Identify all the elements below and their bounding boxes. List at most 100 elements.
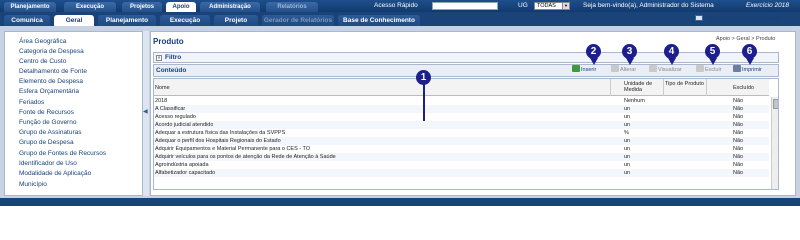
sidebar-item[interactable]: Esfera Orçamentária — [19, 87, 79, 97]
ug-select[interactable]: TODAS ▼ — [534, 2, 570, 10]
tab-comunica[interactable]: Comunica — [4, 15, 50, 26]
table-row[interactable]: Acesso regulado un Não — [154, 113, 769, 121]
cell-excluido: Não — [733, 106, 744, 112]
sidebar-item[interactable]: Função de Governo — [19, 118, 76, 128]
cell-unidade: un — [624, 146, 631, 152]
view-button[interactable]: Visualizar — [649, 65, 682, 76]
view-label: Visualizar — [658, 67, 682, 73]
sidebar-item[interactable]: Área Geográfica — [19, 37, 66, 47]
callout-2: 2 — [586, 44, 601, 59]
insert-button[interactable]: Inserir — [572, 65, 596, 76]
table-row[interactable]: Adequar a estrutura física das Instalaçõ… — [154, 129, 769, 137]
column-header-unidade[interactable]: Unidade de Medida — [623, 79, 664, 96]
exercise-year: Exercício 2018 — [746, 2, 789, 9]
cell-unidade: un — [624, 162, 631, 168]
tab-planejamento[interactable]: Planejamento — [98, 15, 156, 26]
table-row[interactable]: Adequar o perfil dos Hospitais Regionais… — [154, 137, 769, 145]
cell-excluido: Não — [733, 122, 744, 128]
table-row[interactable]: Adquirir Equipamentos e Material Permane… — [154, 145, 769, 153]
filter-panel[interactable]: » Filtro — [153, 52, 779, 63]
collapse-sidebar-icon[interactable]: ◀ — [143, 108, 148, 118]
welcome-text: Seja bem-vindo(a), Administrador do Sist… — [583, 2, 714, 9]
callout-5-arrow — [709, 58, 717, 65]
cell-nome: Adequar a estrutura física das Instalaçõ… — [155, 130, 286, 136]
callout-1-line — [423, 83, 425, 121]
insert-label: Inserir — [581, 67, 597, 73]
tab-base-conhecimento[interactable]: Base de Conhecimento — [338, 15, 420, 26]
cell-nome: Alfabetizador capacitado — [155, 170, 216, 176]
sidebar-item[interactable]: Município — [19, 180, 47, 190]
cell-excluido: Não — [733, 114, 744, 120]
sidebar-item[interactable]: Fonte de Recursos — [19, 108, 74, 118]
top-menu-execucao[interactable]: Execução — [64, 2, 116, 12]
cell-excluido: Não — [733, 170, 744, 176]
top-menu-relatorios[interactable]: Relatórios — [266, 2, 318, 12]
sub-menu-bar: Comunica Geral Planejamento Execução Pro… — [0, 12, 800, 26]
print-label: Imprimir — [742, 67, 762, 73]
tab-geral[interactable]: Geral — [54, 15, 94, 26]
column-header-nome[interactable]: Nome — [154, 79, 611, 96]
cell-excluido: Não — [733, 154, 744, 160]
sidebar-item[interactable]: Feriados — [19, 98, 44, 108]
callout-3-arrow — [626, 58, 634, 65]
sidebar-item[interactable]: Detalhamento de Fonte — [19, 67, 87, 77]
tab-projeto[interactable]: Projeto — [214, 15, 258, 26]
quick-access-label: Acesso Rápido — [374, 2, 418, 9]
breadcrumb: Apoio > Geral > Produto — [716, 36, 776, 42]
callout-4-arrow — [668, 58, 676, 65]
top-menu-administracao[interactable]: Administração — [200, 2, 260, 12]
callout-6-arrow — [746, 58, 754, 65]
sidebar-item[interactable]: Centro de Custo — [19, 57, 66, 67]
callout-4: 4 — [664, 44, 679, 59]
product-table: Nome Unidade de Medida Tipo de Produto E… — [153, 78, 779, 190]
top-menu-projetos[interactable]: Projetos — [122, 2, 162, 12]
table-row[interactable]: Agroindústria apoiada un Não — [154, 161, 769, 169]
column-header-tipo[interactable]: Tipo de Produto — [664, 79, 707, 96]
callout-6: 6 — [742, 44, 757, 59]
top-menu-bar: Planejamento Execução Projetos Apoio Adm… — [0, 0, 800, 12]
cell-unidade: un — [624, 138, 631, 144]
delete-button[interactable]: Excluir — [696, 65, 722, 76]
expand-icon[interactable]: » — [156, 55, 162, 61]
cell-excluido: Não — [733, 98, 744, 104]
print-button[interactable]: Imprimir — [733, 65, 762, 76]
sidebar-item[interactable]: Grupo de Fontes de Recursos — [19, 149, 106, 159]
sidebar-item[interactable]: Identificador de Uso — [19, 159, 77, 169]
cell-nome: Adquirir veículos para os pontos de aten… — [155, 154, 336, 160]
delete-label: Excluir — [705, 67, 722, 73]
top-menu-apoio[interactable]: Apoio — [166, 2, 196, 12]
view-icon — [649, 65, 657, 72]
unread-messages-text: 15061 mensagens não lidas — [706, 16, 782, 22]
sidebar-item[interactable]: Grupo de Assinaturas — [19, 128, 82, 138]
content-header: Conteúdo — [153, 64, 779, 77]
filter-label: Filtro — [165, 54, 182, 61]
callout-2-arrow — [590, 58, 598, 65]
top-menu-planejamento[interactable]: Planejamento — [4, 2, 56, 12]
table-scrollbar-thumb[interactable] — [773, 99, 778, 109]
table-row[interactable]: Acordo judicial atendido un Não — [154, 121, 769, 129]
quick-access-input[interactable] — [432, 2, 498, 10]
table-row[interactable]: A Classificar un Não — [154, 105, 769, 113]
sidebar-item[interactable]: Modalidade de Aplicação — [19, 169, 91, 179]
edit-button[interactable]: Alterar — [611, 65, 636, 76]
cell-unidade: Nenhum — [624, 98, 645, 104]
sidebar-item[interactable]: Categoria de Despesa — [19, 47, 84, 57]
sidebar-item[interactable]: Elemento de Despesa — [19, 77, 83, 87]
sidebar-item[interactable]: Grupo de Despesa — [19, 138, 74, 148]
column-header-excluido[interactable]: Excluído — [732, 79, 772, 96]
cell-excluido: Não — [733, 138, 744, 144]
page-title: Produto — [153, 37, 184, 46]
tab-gerador-relatorios[interactable]: Gerador de Relatórios — [262, 15, 334, 26]
ug-select-value: TODAS — [537, 3, 556, 9]
table-header: Nome Unidade de Medida Tipo de Produto E… — [154, 79, 769, 96]
tab-execucao[interactable]: Execução — [160, 15, 210, 26]
table-row[interactable]: 2018 Nenhum Não — [154, 97, 769, 105]
table-scrollbar[interactable] — [771, 97, 778, 189]
table-row[interactable]: Alfabetizador capacitado un Não — [154, 169, 769, 177]
chevron-down-icon: ▼ — [562, 3, 569, 9]
trash-icon — [696, 65, 704, 72]
cell-nome: Acesso regulado — [155, 114, 196, 120]
table-row[interactable]: Adquirir veículos para os pontos de aten… — [154, 153, 769, 161]
unread-messages[interactable]: 15061 mensagens não lidas — [695, 15, 781, 24]
printer-icon — [733, 65, 741, 72]
